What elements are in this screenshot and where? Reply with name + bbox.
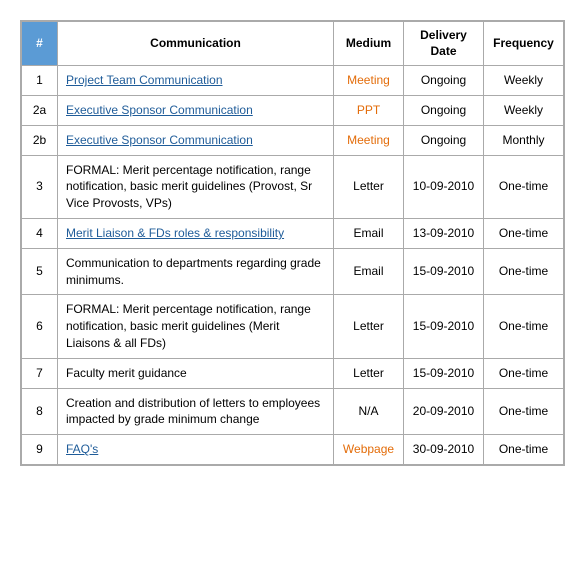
communication-table: # Communication Medium Delivery Date Fre… [20,20,565,466]
row-communication: Faculty merit guidance [58,358,334,388]
row-communication[interactable]: Executive Sponsor Communication [58,125,334,155]
row-num: 5 [22,248,58,295]
row-frequency: Weekly [484,66,564,96]
row-communication[interactable]: Merit Liaison & FDs roles & responsibili… [58,218,334,248]
table-row: 2aExecutive Sponsor CommunicationPPTOngo… [22,95,564,125]
row-frequency: One-time [484,388,564,435]
row-medium: Meeting [334,125,404,155]
row-delivery-date: Ongoing [404,95,484,125]
header-num: # [22,22,58,66]
row-num: 4 [22,218,58,248]
header-frequency: Frequency [484,22,564,66]
row-num: 2a [22,95,58,125]
row-delivery-date: 20-09-2010 [404,388,484,435]
table-row: 2bExecutive Sponsor CommunicationMeeting… [22,125,564,155]
row-delivery-date: 10-09-2010 [404,155,484,218]
table-row: 6FORMAL: Merit percentage notification, … [22,295,564,358]
row-medium: Letter [334,295,404,358]
row-num: 9 [22,435,58,465]
row-medium: Email [334,218,404,248]
row-num: 2b [22,125,58,155]
row-delivery-date: 30-09-2010 [404,435,484,465]
table-row: 5Communication to departments regarding … [22,248,564,295]
row-medium: Email [334,248,404,295]
row-communication[interactable]: Project Team Communication [58,66,334,96]
row-frequency: One-time [484,248,564,295]
row-num: 7 [22,358,58,388]
table-row: 1Project Team CommunicationMeetingOngoin… [22,66,564,96]
row-delivery-date: Ongoing [404,125,484,155]
row-frequency: One-time [484,435,564,465]
row-frequency: One-time [484,358,564,388]
row-frequency: One-time [484,218,564,248]
row-medium: Letter [334,358,404,388]
header-medium: Medium [334,22,404,66]
row-communication: FORMAL: Merit percentage notification, r… [58,155,334,218]
row-medium: Letter [334,155,404,218]
header-communication: Communication [58,22,334,66]
row-num: 1 [22,66,58,96]
row-frequency: Weekly [484,95,564,125]
row-communication[interactable]: Executive Sponsor Communication [58,95,334,125]
row-delivery-date: 15-09-2010 [404,248,484,295]
row-delivery-date: 15-09-2010 [404,295,484,358]
table-row: 4Merit Liaison & FDs roles & responsibil… [22,218,564,248]
row-medium: Webpage [334,435,404,465]
row-delivery-date: 13-09-2010 [404,218,484,248]
row-medium: PPT [334,95,404,125]
table-row: 9FAQ'sWebpage30-09-2010One-time [22,435,564,465]
row-frequency: Monthly [484,125,564,155]
row-communication: Creation and distribution of letters to … [58,388,334,435]
row-communication: Communication to departments regarding g… [58,248,334,295]
row-num: 6 [22,295,58,358]
row-frequency: One-time [484,295,564,358]
row-delivery-date: 15-09-2010 [404,358,484,388]
row-delivery-date: Ongoing [404,66,484,96]
row-communication: FORMAL: Merit percentage notification, r… [58,295,334,358]
row-medium: N/A [334,388,404,435]
row-frequency: One-time [484,155,564,218]
row-num: 3 [22,155,58,218]
row-num: 8 [22,388,58,435]
header-delivery-date: Delivery Date [404,22,484,66]
table-row: 8Creation and distribution of letters to… [22,388,564,435]
row-communication[interactable]: FAQ's [58,435,334,465]
table-row: 3FORMAL: Merit percentage notification, … [22,155,564,218]
table-row: 7Faculty merit guidanceLetter15-09-2010O… [22,358,564,388]
row-medium: Meeting [334,66,404,96]
